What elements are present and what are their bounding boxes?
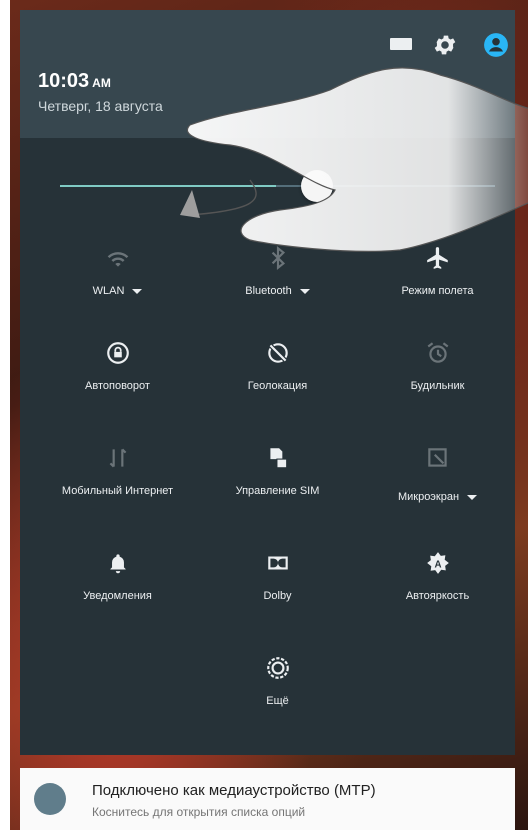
tile-mobile-data[interactable]: Мобильный Интернет (35, 445, 200, 525)
tile-micro-screen[interactable]: Микроэкран (355, 445, 520, 525)
tile-label: Dolby (263, 590, 292, 602)
svg-text:A: A (434, 559, 441, 570)
dropdown-caret-icon[interactable] (467, 494, 478, 500)
tile-notifications[interactable]: Уведомления (35, 550, 200, 630)
tile-label: Микроэкран (355, 491, 520, 503)
wifi-icon (107, 252, 128, 267)
mtp-notification[interactable]: Подключено как медиаустройство (MTP) Кос… (20, 768, 515, 830)
tile-alarm[interactable]: Будильник (355, 340, 520, 420)
screen: 10:03 AM Четверг, 18 августа WLAN Blueto… (0, 0, 528, 830)
dropdown-caret-icon[interactable] (299, 288, 310, 294)
sim-management-icon (269, 448, 287, 469)
tile-label: Уведомления (83, 590, 152, 602)
tile-label: Мобильный Интернет (61, 485, 174, 497)
mobile-data-icon (109, 448, 126, 468)
airplane-icon (426, 247, 448, 269)
bell-icon (109, 554, 126, 574)
brightness-fill (60, 185, 276, 187)
micro-screen-icon (427, 448, 447, 467)
brightness-thumb[interactable] (301, 170, 333, 202)
tile-label: Геолокация (247, 380, 308, 392)
tile-label: Режим полета (401, 285, 474, 297)
android-usb-icon (34, 783, 66, 815)
user-avatar-icon[interactable] (483, 32, 509, 58)
notification-subtitle: Коснитесь для открытия списка опций (92, 805, 306, 819)
tile-label: Автоповорот (85, 380, 150, 392)
clock-ampm: AM (92, 76, 111, 90)
dropdown-caret-icon[interactable] (132, 288, 143, 294)
tile-location[interactable]: Геолокация (195, 340, 360, 420)
tile-label: Управление SIM (235, 485, 320, 497)
tile-label: Автояркость (405, 590, 470, 602)
tile-wlan[interactable]: WLAN (35, 245, 200, 325)
dolby-icon (267, 556, 288, 570)
clock-time: 10:03 (38, 70, 90, 92)
tile-sim-management[interactable]: Управление SIM (195, 445, 360, 525)
quick-settings-panel: 10:03 AM Четверг, 18 августа WLAN Blueto… (20, 10, 528, 755)
date-label: Четверг, 18 августа (38, 98, 163, 114)
tile-bluetooth[interactable]: Bluetooth (195, 245, 360, 325)
tile-auto-rotate[interactable]: Автоповорот (35, 340, 200, 420)
tile-auto-brightness[interactable]: A Автояркость (355, 550, 520, 630)
notification-title: Подключено как медиаустройство (MTP) (92, 782, 376, 799)
tile-label: Bluetooth (195, 285, 360, 297)
tile-label: WLAN (35, 285, 200, 297)
auto-brightness-icon: A (426, 552, 449, 574)
tile-label: Ещё (266, 695, 289, 707)
tile-dolby[interactable]: Dolby (195, 550, 360, 630)
clock[interactable]: 10:03 AM (38, 70, 111, 93)
tile-airplane-mode[interactable]: Режим полета (355, 245, 520, 325)
gear-icon[interactable] (432, 32, 458, 58)
bluetooth-icon (271, 245, 285, 271)
tile-more[interactable]: Ещё (195, 655, 360, 735)
panel-header: 10:03 AM Четверг, 18 августа (20, 10, 515, 138)
auto-rotate-icon (106, 342, 129, 364)
alarm-icon (427, 342, 448, 363)
battery-icon (390, 38, 412, 50)
brightness-slider[interactable] (60, 170, 495, 202)
location-icon (267, 342, 288, 364)
tile-label: Будильник (410, 380, 465, 392)
more-settings-icon (266, 657, 289, 679)
